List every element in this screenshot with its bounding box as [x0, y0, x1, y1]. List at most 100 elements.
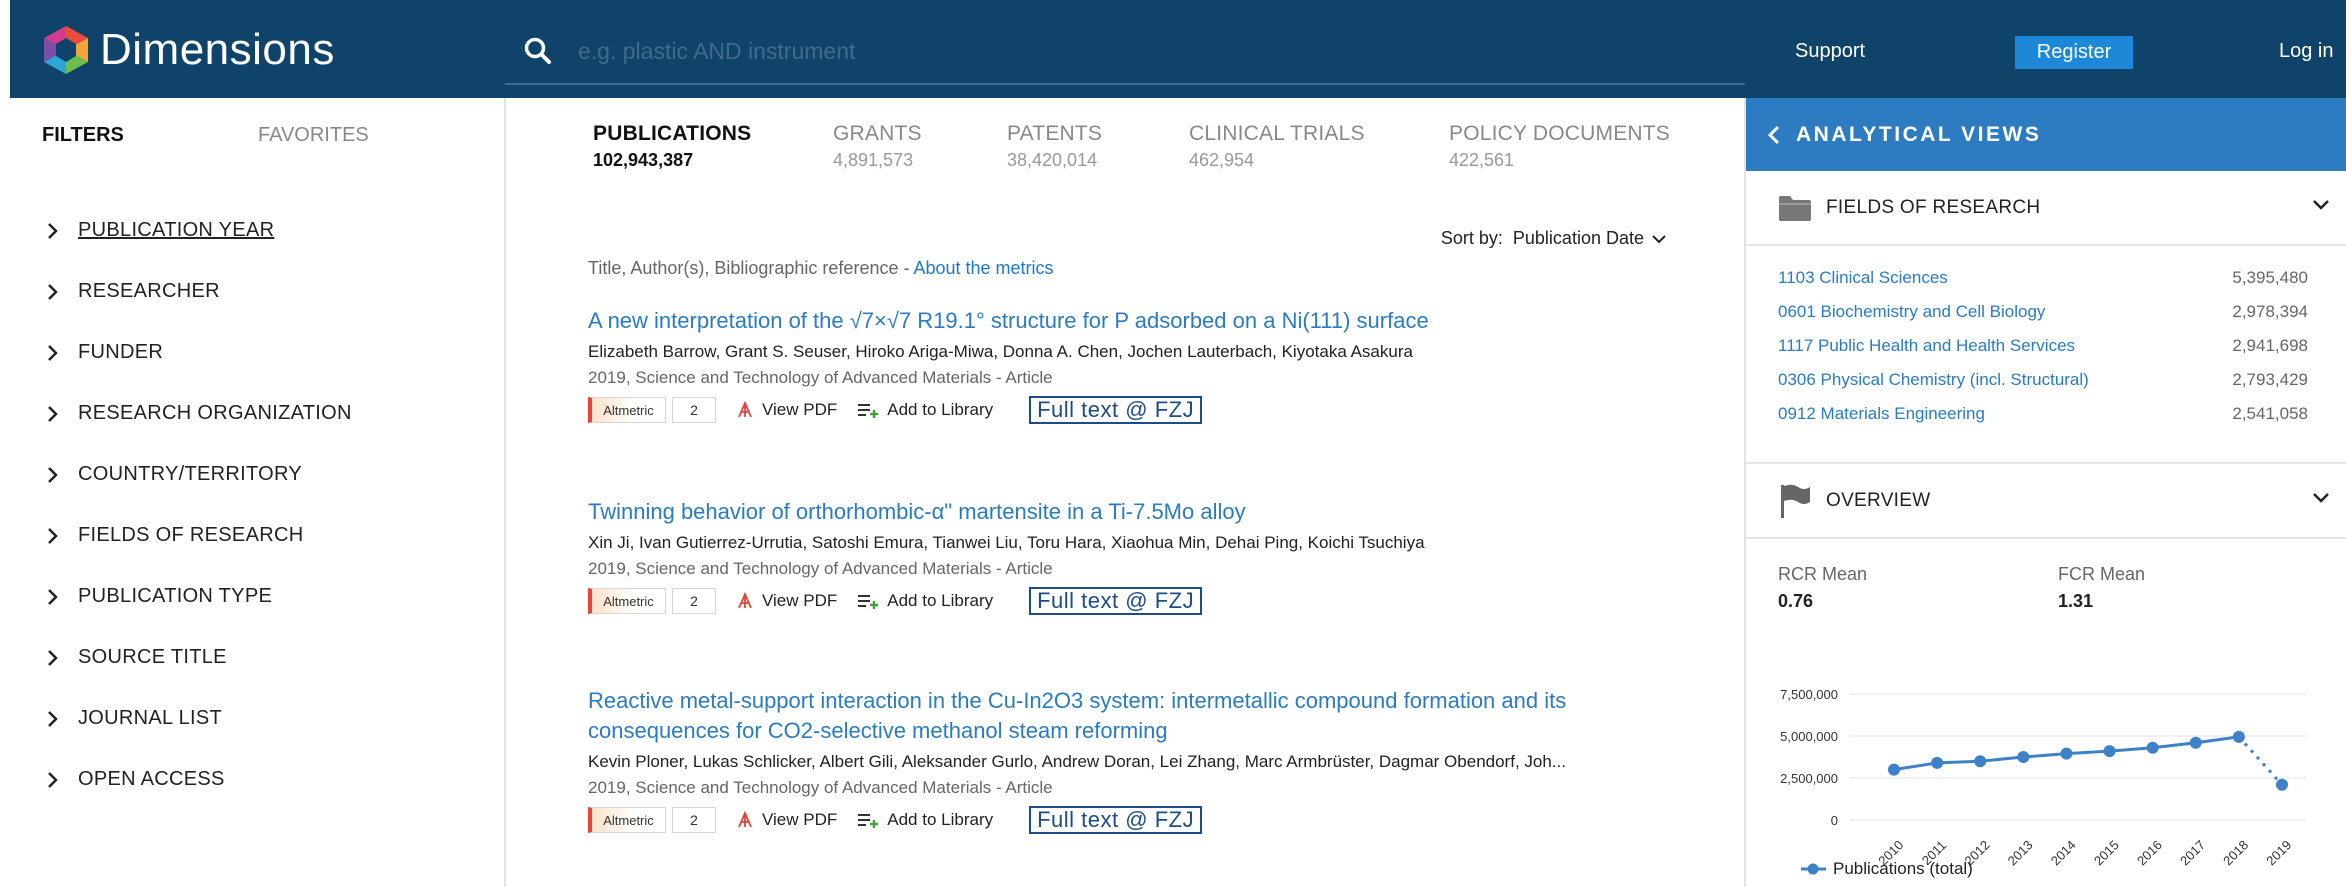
- chevron-right-icon: [48, 649, 58, 666]
- altmetric-badge[interactable]: Altmetric 2: [588, 588, 716, 614]
- result-actions: Altmetric 2 View PDF Add to Library Full tex…: [588, 587, 1688, 615]
- rcr-mean-label: RCR Mean: [1778, 564, 1868, 584]
- full-text-link[interactable]: Full text @ FZJ: [1029, 806, 1203, 834]
- tab-policy-documents[interactable]: POLICY DOCUMENTS 422,561: [1449, 122, 1670, 171]
- field-of-research-row[interactable]: 0601 Biochemistry and Cell Biology 2,978,…: [1778, 302, 2308, 322]
- result-title-link[interactable]: A new interpretation of the √7×√7 R19.1°…: [588, 306, 1688, 336]
- altmetric-label: Altmetric: [588, 588, 666, 614]
- chevron-right-icon: [48, 405, 58, 422]
- field-of-research-row[interactable]: 0306 Physical Chemistry (incl. Structura…: [1778, 370, 2308, 390]
- analytical-views-header[interactable]: ANALYTICAL VIEWS: [1746, 98, 2346, 171]
- full-text-link[interactable]: Full text @ FZJ: [1029, 587, 1203, 615]
- chevron-left-icon: [1768, 125, 1780, 144]
- data-point[interactable]: [2017, 751, 2030, 763]
- fcr-mean-value: 1.31: [2058, 591, 2094, 611]
- add-to-library-button[interactable]: Add to Library: [857, 810, 993, 830]
- tab-favorites[interactable]: FAVORITES: [258, 124, 369, 147]
- dimensions-logo[interactable]: Dimensions: [40, 22, 335, 78]
- field-of-research-row[interactable]: 1117 Public Health and Health Services 2,…: [1778, 336, 2308, 356]
- fields-of-research-section-header[interactable]: FIELDS OF RESEARCH: [1746, 171, 2346, 246]
- filter-label: SOURCE TITLE: [78, 646, 227, 668]
- analytical-views-title: ANALYTICAL VIEWS: [1796, 122, 2042, 146]
- field-of-research-count: 2,793,429: [2232, 370, 2308, 389]
- metrics-info: Title, Author(s), Bibliographic referenc…: [588, 258, 1054, 279]
- register-button[interactable]: Register: [2015, 36, 2133, 69]
- chevron-down-icon[interactable]: [2312, 492, 2330, 504]
- rcr-mean-metric: RCR Mean 0.76: [1778, 564, 1867, 612]
- x-tick-label: 2015: [2091, 837, 2122, 868]
- x-tick-label: 2017: [2177, 837, 2208, 868]
- legend-label[interactable]: Publications (total): [1833, 859, 1973, 878]
- data-point[interactable]: [1974, 755, 1987, 768]
- overview-section-header[interactable]: OVERVIEW: [1746, 464, 2346, 539]
- result-source: 2019, Science and Technology of Advanced…: [588, 559, 1053, 578]
- data-point[interactable]: [2103, 745, 2116, 758]
- x-tick-label: 2016: [2134, 837, 2165, 868]
- filter-open-access[interactable]: OPEN ACCESS: [46, 768, 225, 791]
- search-input[interactable]: [578, 32, 1728, 70]
- add-to-list-icon: [858, 404, 879, 418]
- tab-grants[interactable]: GRANTS 4,891,573: [833, 122, 922, 171]
- view-pdf-button[interactable]: View PDF: [736, 591, 837, 611]
- view-pdf-button[interactable]: View PDF: [736, 810, 837, 830]
- login-link[interactable]: Log in: [2279, 40, 2334, 63]
- tab-filters[interactable]: FILTERS: [42, 124, 124, 147]
- field-of-research-count: 5,395,480: [2232, 268, 2308, 287]
- field-of-research-row[interactable]: 1103 Clinical Sciences 5,395,480: [1778, 268, 2308, 288]
- sort-control[interactable]: Sort by: Publication Date: [1441, 228, 1666, 249]
- support-link[interactable]: Support: [1795, 40, 1865, 63]
- field-of-research-link[interactable]: 1103 Clinical Sciences: [1778, 268, 1948, 288]
- results-main: PUBLICATIONS 102,943,387 GRANTS 4,891,573 PA…: [508, 98, 1744, 887]
- tab-label: PUBLICATIONS: [593, 122, 752, 145]
- data-point[interactable]: [2146, 741, 2159, 754]
- field-of-research-row[interactable]: 0912 Materials Engineering 2,541,058: [1778, 404, 2308, 424]
- filter-country-territory[interactable]: COUNTRY/TERRITORY: [46, 463, 302, 486]
- data-point[interactable]: [1931, 756, 1944, 769]
- metrics-info-text: Title, Author(s), Bibliographic referenc…: [588, 258, 914, 278]
- altmetric-badge[interactable]: Altmetric 2: [588, 807, 716, 833]
- chevron-down-icon: [1652, 234, 1666, 243]
- result-source: 2019, Science and Technology of Advanced…: [588, 368, 1053, 387]
- overview-title: OVERVIEW: [1826, 489, 1931, 511]
- altmetric-badge[interactable]: Altmetric 2: [588, 397, 716, 423]
- filter-publication-year[interactable]: PUBLICATION YEAR: [46, 219, 274, 242]
- filter-publication-type[interactable]: PUBLICATION TYPE: [46, 585, 272, 608]
- tab-count: 38,420,014: [1007, 150, 1098, 170]
- tab-patents[interactable]: PATENTS 38,420,014: [1007, 122, 1102, 171]
- result-title-link[interactable]: Twinning behavior of orthorhombic-α" mar…: [588, 497, 1688, 527]
- add-to-library-label: Add to Library: [887, 400, 994, 419]
- search-icon[interactable]: [523, 36, 553, 66]
- field-of-research-link[interactable]: 1117 Public Health and Health Services: [1778, 336, 2075, 356]
- filter-research-organization[interactable]: RESEARCH ORGANIZATION: [46, 402, 352, 425]
- field-of-research-link[interactable]: 0601 Biochemistry and Cell Biology: [1778, 302, 2045, 322]
- result-item: Twinning behavior of orthorhombic-α" mar…: [588, 497, 1688, 615]
- tab-count: 4,891,573: [833, 150, 914, 170]
- result-title-link[interactable]: Reactive metal-support interaction in th…: [588, 686, 1688, 746]
- tab-clinical-trials[interactable]: CLINICAL TRIALS 462,954: [1189, 122, 1365, 171]
- chevron-down-icon[interactable]: [2312, 199, 2330, 211]
- chevron-right-icon: [48, 283, 58, 300]
- data-point[interactable]: [1888, 763, 1900, 776]
- add-to-library-button[interactable]: Add to Library: [857, 591, 993, 611]
- sort-value[interactable]: Publication Date: [1513, 228, 1644, 249]
- tab-count: 462,954: [1189, 150, 1255, 170]
- data-point[interactable]: [2189, 736, 2202, 749]
- filter-journal-list[interactable]: JOURNAL LIST: [46, 707, 222, 730]
- full-text-link[interactable]: Full text @ FZJ: [1029, 396, 1203, 424]
- result-item: Reactive metal-support interaction in th…: [588, 686, 1688, 834]
- filter-funder[interactable]: FUNDER: [46, 341, 163, 364]
- x-tick-label: 2014: [2048, 837, 2079, 868]
- filter-researcher[interactable]: RESEARCHER: [46, 280, 220, 303]
- field-of-research-link[interactable]: 0912 Materials Engineering: [1778, 404, 1985, 424]
- view-pdf-button[interactable]: View PDF: [736, 400, 837, 420]
- data-point[interactable]: [2276, 778, 2288, 791]
- tab-publications[interactable]: PUBLICATIONS 102,943,387: [593, 122, 751, 171]
- data-point[interactable]: [2060, 747, 2073, 760]
- about-metrics-link[interactable]: About the metrics: [913, 258, 1053, 278]
- filter-fields-of-research[interactable]: FIELDS OF RESEARCH: [46, 524, 303, 547]
- chevron-right-icon: [48, 344, 58, 361]
- add-to-library-button[interactable]: Add to Library: [857, 400, 993, 420]
- data-point[interactable]: [2232, 730, 2245, 743]
- filter-source-title[interactable]: SOURCE TITLE: [46, 646, 227, 669]
- field-of-research-link[interactable]: 0306 Physical Chemistry (incl. Structura…: [1778, 370, 2089, 390]
